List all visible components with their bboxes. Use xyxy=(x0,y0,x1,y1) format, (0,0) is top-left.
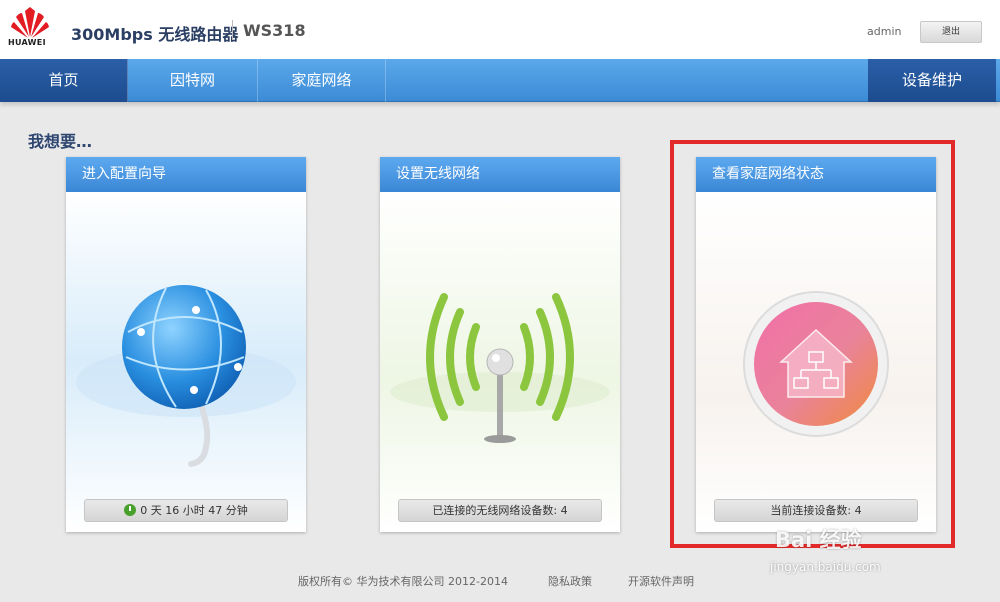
opensource-link[interactable]: 开源软件声明 xyxy=(628,573,694,589)
card-setup-wizard[interactable]: 进入配置向导 0 天 16 小时 47 分钟 xyxy=(66,157,306,532)
product-name: 300Mbps 无线路由器 xyxy=(71,25,239,44)
uptime-display: 0 天 16 小时 47 分钟 xyxy=(84,499,288,522)
username: admin xyxy=(867,25,902,38)
copyright-text: 版权所有© 华为技术有限公司 2012-2014 xyxy=(298,575,508,588)
header-divider xyxy=(232,20,233,40)
highlight-frame xyxy=(670,140,955,548)
wireless-devices-count: 已连接的无线网络设备数: 4 xyxy=(398,499,602,522)
card-title: 设置无线网络 xyxy=(380,157,620,192)
clock-icon xyxy=(124,504,137,516)
wifi-antenna-icon xyxy=(380,192,620,532)
logout-button[interactable]: 退出 xyxy=(920,21,982,43)
card-title: 进入配置向导 xyxy=(66,157,306,192)
nav-home[interactable]: 首页 xyxy=(0,59,128,102)
section-title: 我想要… xyxy=(28,132,93,151)
main-nav: 首页 因特网 家庭网络 设备维护 xyxy=(0,59,1000,102)
top-header: HUAWEI 300Mbps 无线路由器 WS318 admin 退出 xyxy=(0,0,1000,59)
uptime-text: 0 天 16 小时 47 分钟 xyxy=(140,504,248,517)
card-illustration xyxy=(380,192,620,532)
nav-internet[interactable]: 因特网 xyxy=(128,59,258,102)
brand-name: HUAWEI xyxy=(8,38,46,47)
model-name: WS318 xyxy=(243,21,306,40)
page-footer: 版权所有© 华为技术有限公司 2012-2014 隐私政策 开源软件声明 xyxy=(0,573,1000,589)
nav-device-maintenance[interactable]: 设备维护 xyxy=(868,59,996,102)
nav-home-network[interactable]: 家庭网络 xyxy=(258,59,386,102)
card-illustration xyxy=(66,192,306,532)
card-wireless-settings[interactable]: 设置无线网络 已连接的无线网络设备数: 4 xyxy=(380,157,620,532)
privacy-link[interactable]: 隐私政策 xyxy=(548,573,592,589)
watermark-url: jingyan.baidu.com xyxy=(770,560,881,574)
globe-icon xyxy=(66,192,306,532)
watermark-logo-text: Bai 经验 xyxy=(775,528,862,552)
